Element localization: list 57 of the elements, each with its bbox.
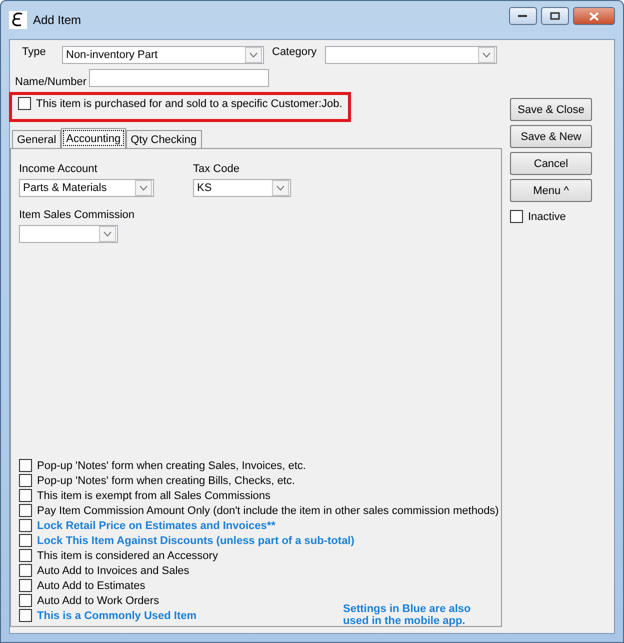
tax-code-dropdown[interactable]: KS [193,179,291,197]
checkbox[interactable] [19,519,32,532]
type-label: Type [22,46,47,58]
checkbox[interactable] [19,489,32,502]
checkbox[interactable] [19,609,32,622]
checkbox[interactable] [18,97,31,110]
app-logo-icon [9,11,27,29]
tab[interactable]: Accounting [61,128,126,148]
checkbox-label: Lock Retail Price on Estimates and Invoices** [37,520,276,532]
name-label: Name/Number [15,76,88,88]
checkbox[interactable] [19,504,32,517]
checkbox[interactable] [19,579,32,592]
checkbox[interactable] [19,564,32,577]
maximize-button[interactable] [541,7,569,25]
note-text: Settings in Blue are also used in the mobile app. [343,602,472,626]
action-button[interactable]: Cancel [510,152,592,175]
dropdown-caret-icon [135,180,152,196]
category-label: Category [272,46,318,58]
checkbox-label: This item is exempt from all Sales Commissions [37,490,271,502]
checkbox-label: Auto Add to Work Orders [37,594,160,606]
tab[interactable]: General [12,130,62,148]
checkbox[interactable] [19,459,32,472]
maximize-icon [550,12,560,20]
action-button[interactable]: Menu ^ [510,179,592,202]
dropdown-caret-icon [99,226,116,242]
checkbox-label: This is a Commonly Used Item [37,610,197,622]
inactive-label: Inactive [528,210,566,222]
dropdown-caret-icon [478,47,495,63]
name-input-field[interactable] [89,69,269,87]
action-button[interactable]: Save & New [510,125,592,148]
checkbox[interactable] [19,594,32,607]
checkbox-label: Auto Add to Invoices and Sales [37,564,190,576]
income-account-dropdown[interactable]: Parts & Materials [19,179,154,197]
dropdown-caret-icon [272,180,289,196]
checkbox[interactable] [19,474,32,487]
type-dropdown[interactable]: Non-inventory Part [62,46,264,64]
sales-commission-label: Item Sales Commission [19,209,136,221]
action-button[interactable]: Save & Close [510,98,592,121]
checkbox-label: Pay Item Commission Amount Only (don't include the item in other sales commission methods) [37,504,499,516]
minimize-button[interactable] [509,7,537,25]
checkbox-label: Auto Add to Estimates [37,580,146,592]
dropdown-caret-icon [245,47,262,63]
checkbox[interactable] [19,549,32,562]
checkbox-label: Lock This Item Against Discounts (unless part of a sub-total) [37,534,354,546]
minimize-icon [518,14,528,18]
close-icon [589,12,599,20]
tax-code-label: Tax Code [193,163,240,175]
checkbox-label: Pop-up 'Notes' form when creating Bills, Checks, etc. [37,474,295,486]
checkbox-label: This item is considered an Accessory [37,550,218,562]
close-button[interactable] [573,7,615,25]
window-title: Add Item [33,13,82,27]
checkbox-label: Pop-up 'Notes' form when creating Sales, Invoices, etc. [37,460,306,472]
checkbox-label: This item is purchased for and sold to a specific Customer:Job. [36,98,342,110]
checkbox[interactable] [510,210,523,223]
income-account-label: Income Account [19,163,98,175]
checkbox[interactable] [19,534,32,547]
tab[interactable]: Qty Checking [126,130,202,148]
